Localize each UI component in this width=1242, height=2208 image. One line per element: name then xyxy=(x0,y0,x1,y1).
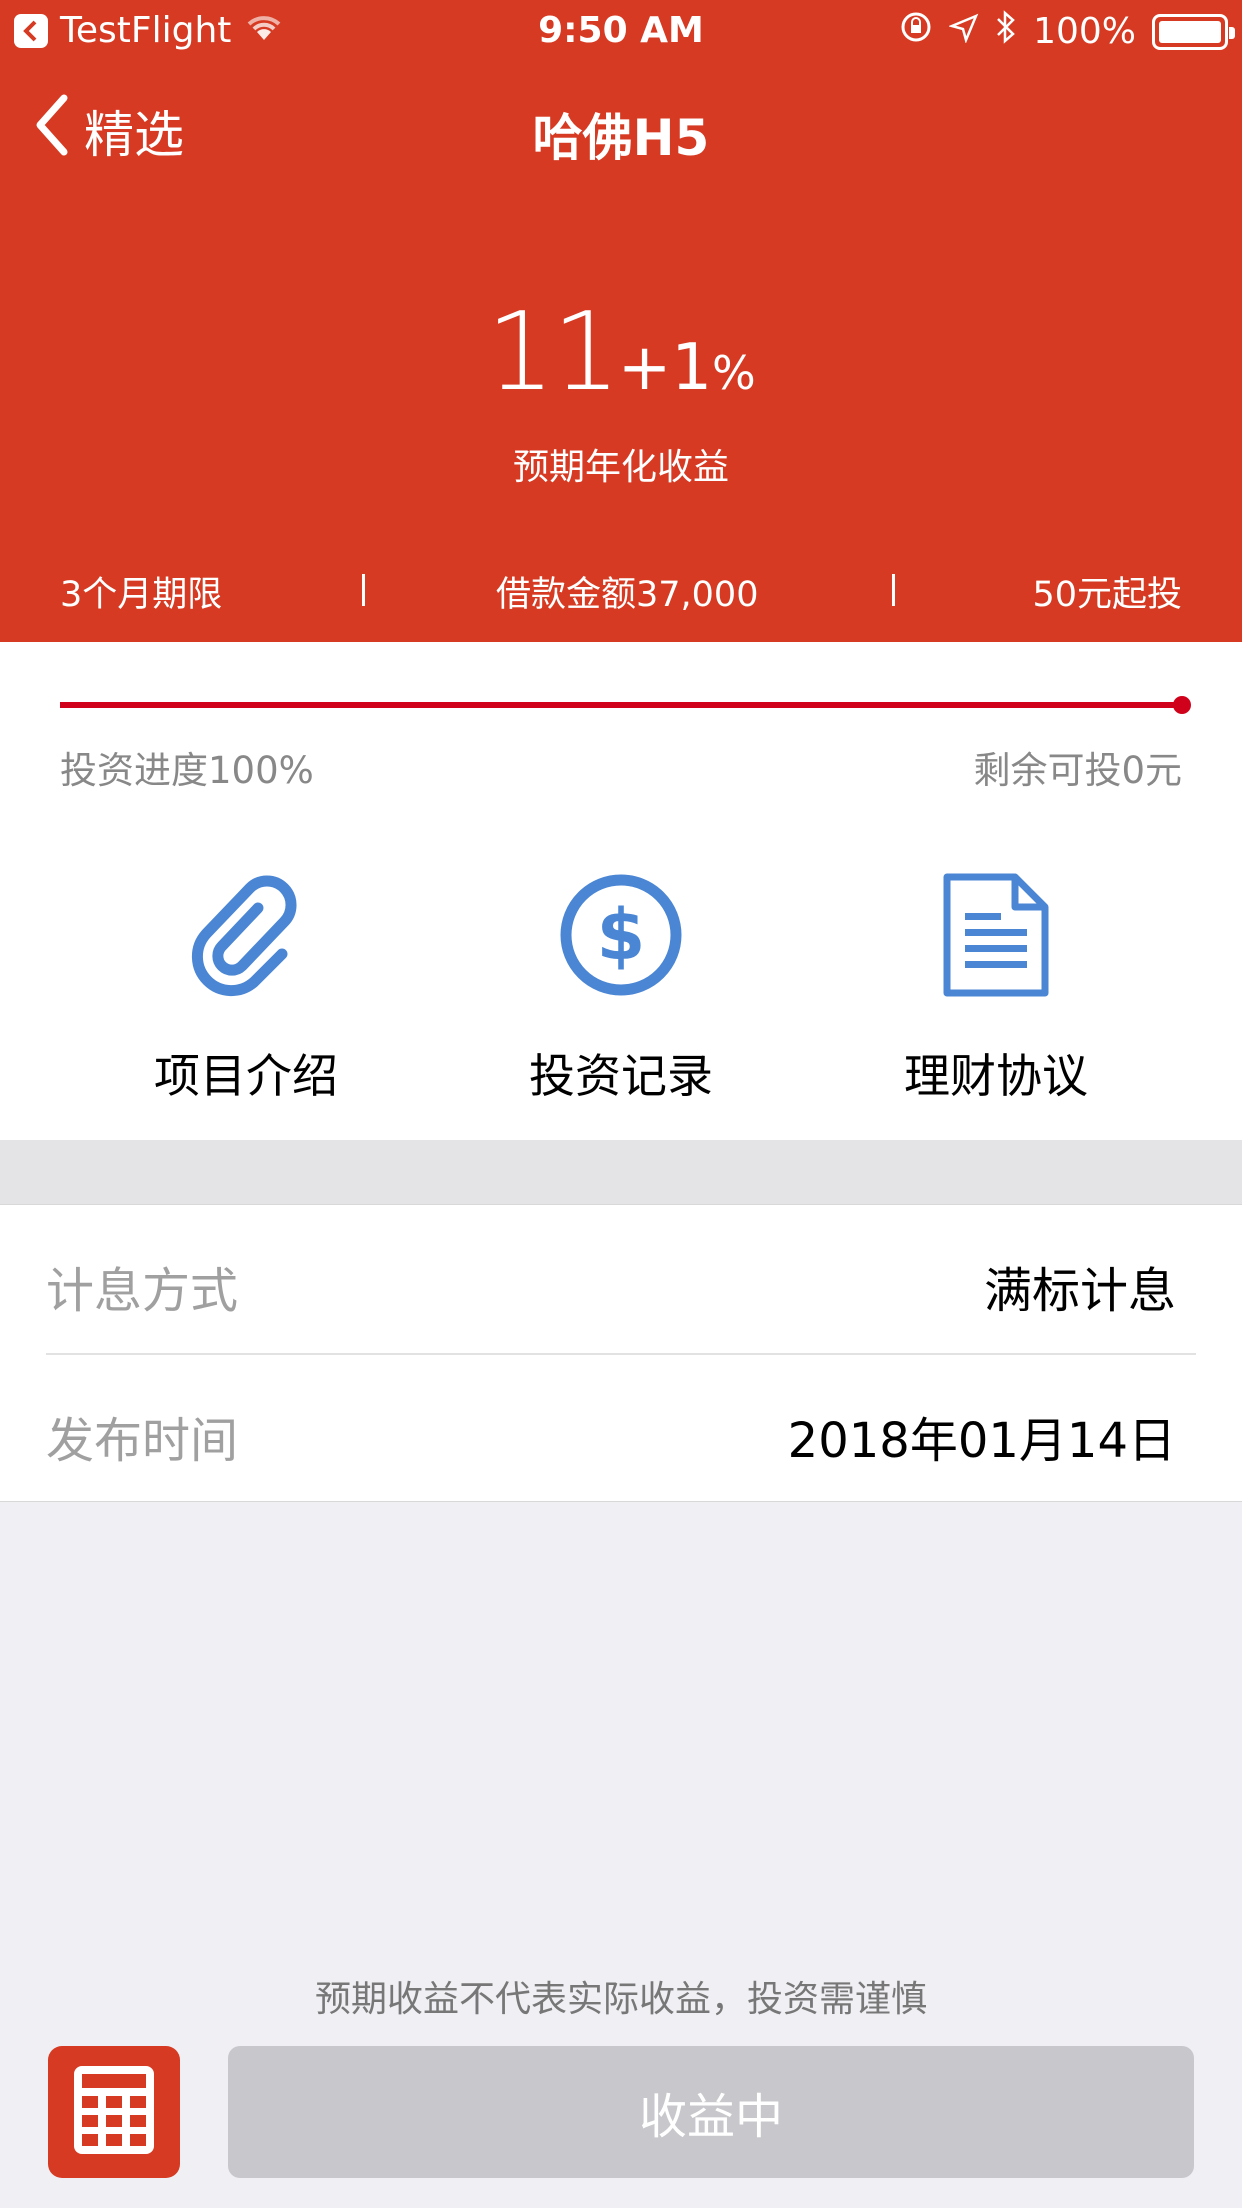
annual-rate: 11+1% xyxy=(0,290,1242,415)
remaining-label: 剩余可投0元 xyxy=(973,749,1182,792)
svg-text:$: $ xyxy=(597,894,646,976)
document-icon xyxy=(846,870,1146,1000)
section-separator xyxy=(0,1140,1242,1204)
rotation-lock-icon xyxy=(899,10,933,53)
action-grid: 项目介绍 $ 投资记录 理财协议 xyxy=(0,870,1242,1103)
progress-label: 投资进度100% xyxy=(60,749,314,792)
status-right: 100% xyxy=(899,10,1235,53)
action-label: 投资记录 xyxy=(529,1049,713,1103)
disclaimer: 预期收益不代表实际收益，投资需谨慎 xyxy=(314,1979,927,2020)
detail-value: 2018年01月14日 xyxy=(787,1413,1176,1469)
spec-divider xyxy=(362,574,365,606)
rate-base: 11 xyxy=(486,290,620,415)
battery-icon xyxy=(1152,13,1235,50)
project-intro-button[interactable]: 项目介绍 xyxy=(96,870,396,1106)
progress-fill xyxy=(60,702,1182,708)
detail-row: 发布时间 2018年01月14日 xyxy=(46,1355,1196,1503)
rate-bonus: +1 xyxy=(617,331,713,405)
spec-divider xyxy=(892,574,895,606)
rate-unit: % xyxy=(712,346,756,400)
progress-dot xyxy=(1173,696,1191,714)
battery-percent: 100% xyxy=(1033,11,1136,52)
amount-label: 借款金额37,000 xyxy=(496,575,759,615)
paperclip-icon xyxy=(96,870,396,1000)
detail-row: 计息方式 满标计息 xyxy=(46,1205,1196,1353)
calculator-button[interactable] xyxy=(48,2046,180,2178)
details-list: 计息方式 满标计息 发布时间 2018年01月14日 xyxy=(0,1204,1242,1502)
spec-row: 3个月期限 借款金额37,000 50元起投 xyxy=(0,566,1242,616)
financial-agreement-button[interactable]: 理财协议 xyxy=(846,870,1146,1106)
min-invest-label: 50元起投 xyxy=(1032,575,1182,615)
header: TestFlight 9:50 AM 100% 精选 哈佛H5 11+1% 预期… xyxy=(0,0,1242,642)
earning-status-button[interactable]: 收益中 xyxy=(228,2046,1194,2178)
detail-value: 满标计息 xyxy=(983,1263,1176,1319)
term-label: 3个月期限 xyxy=(60,575,223,615)
action-label: 项目介绍 xyxy=(154,1049,338,1103)
page-title: 哈佛H5 xyxy=(532,109,710,167)
status-bar: TestFlight 9:50 AM 100% xyxy=(0,0,1242,60)
nav-bar: 精选 哈佛H5 xyxy=(0,84,1242,174)
progress-bar xyxy=(60,696,1191,714)
bluetooth-icon xyxy=(995,10,1017,53)
investment-records-button[interactable]: $ 投资记录 xyxy=(471,870,771,1106)
dollar-coin-icon: $ xyxy=(471,870,771,1000)
detail-key: 发布时间 xyxy=(46,1413,239,1469)
calculator-icon xyxy=(72,2064,156,2160)
detail-key: 计息方式 xyxy=(46,1263,239,1319)
action-label: 理财协议 xyxy=(904,1049,1088,1103)
rate-label: 预期年化收益 xyxy=(512,447,729,488)
location-icon xyxy=(948,11,979,52)
